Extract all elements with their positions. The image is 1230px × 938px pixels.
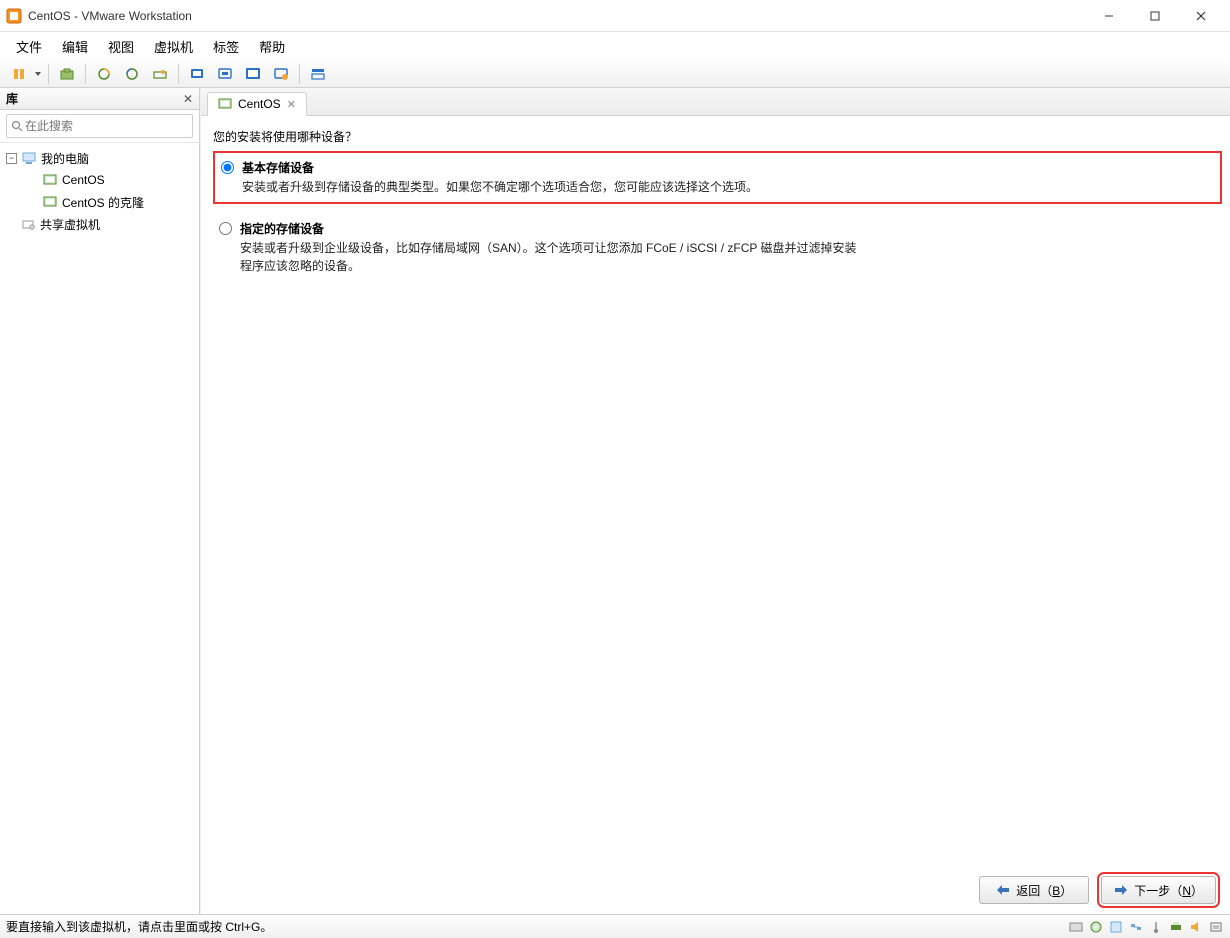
- arrow-left-icon: [996, 884, 1010, 896]
- option-specified-storage[interactable]: 指定的存储设备 安装或者升级到企业级设备，比如存储局域网（SAN）。这个选项可让…: [213, 214, 1222, 281]
- sound-icon[interactable]: [1188, 919, 1204, 935]
- titlebar: CentOS - VMware Workstation: [0, 0, 1230, 32]
- tab-bar: CentOS ✕: [201, 88, 1230, 116]
- installer-question: 您的安装将使用哪种设备？: [213, 128, 1222, 145]
- vm-console[interactable]: 您的安装将使用哪种设备？ 基本存储设备 安装或者升级到存储设备的典型类型。如果您…: [201, 116, 1230, 914]
- vm-icon: [42, 172, 58, 188]
- back-button[interactable]: 返回（B）: [979, 876, 1089, 904]
- statusbar: 要直接输入到该虚拟机，请点击里面或按 Ctrl+G。: [0, 914, 1230, 938]
- sidebar-header: 库 ✕: [0, 88, 199, 110]
- floppy-icon[interactable]: [1108, 919, 1124, 935]
- tab-label: CentOS: [238, 97, 281, 111]
- tree-item-centos-clone[interactable]: CentOS 的克隆: [2, 191, 197, 213]
- option-basic-desc: 安装或者升级到存储设备的典型类型。如果您不确定哪个选项适合您，您可能应该选择这个…: [242, 178, 758, 196]
- disk-icon[interactable]: [1068, 919, 1084, 935]
- collapse-icon[interactable]: −: [6, 153, 17, 164]
- tab-close-icon[interactable]: ✕: [287, 98, 296, 111]
- printer-icon[interactable]: [1168, 919, 1184, 935]
- usb-icon[interactable]: [1148, 919, 1164, 935]
- tree-item-centos[interactable]: CentOS: [2, 169, 197, 191]
- thumbnail-bar-icon[interactable]: [305, 62, 331, 86]
- shared-icon: [20, 216, 36, 232]
- tree-shared-vms[interactable]: 共享虚拟机: [2, 213, 197, 235]
- search-input[interactable]: [23, 117, 188, 135]
- option-specified-title: 指定的存储设备: [240, 220, 860, 237]
- show-console-icon[interactable]: [184, 62, 210, 86]
- status-text: 要直接输入到该虚拟机，请点击里面或按 Ctrl+G。: [6, 918, 272, 935]
- menu-file[interactable]: 文件: [6, 33, 52, 60]
- network-icon[interactable]: [1128, 919, 1144, 935]
- search-icon: [11, 120, 23, 132]
- content-area: CentOS ✕ 您的安装将使用哪种设备？ 基本存储设备 安装或者升级到存储设备…: [200, 88, 1230, 914]
- radio-basic-storage[interactable]: [221, 161, 234, 174]
- minimize-button[interactable]: [1086, 1, 1132, 31]
- maximize-button[interactable]: [1132, 1, 1178, 31]
- snapshot-take-icon[interactable]: [91, 62, 117, 86]
- sidebar-header-label: 库: [6, 90, 18, 107]
- statusbar-device-icons: [1068, 919, 1224, 935]
- vm-tab-icon: [218, 97, 232, 111]
- snapshot-revert-icon[interactable]: [119, 62, 145, 86]
- search-box[interactable]: [6, 114, 193, 138]
- radio-specified-storage[interactable]: [219, 222, 232, 235]
- next-button[interactable]: 下一步（N）: [1101, 876, 1216, 904]
- sidebar: 库 ✕ − 我的电脑 CentOS CentOS 的克隆: [0, 88, 200, 914]
- main-area: 库 ✕ − 我的电脑 CentOS CentOS 的克隆: [0, 88, 1230, 914]
- snapshot-icon[interactable]: [54, 62, 80, 86]
- tree-root-label: 我的电脑: [41, 150, 89, 167]
- vmware-app-icon: [6, 8, 22, 24]
- back-label: 返回（B）: [1016, 882, 1072, 899]
- toolbar: [0, 60, 1230, 88]
- close-button[interactable]: [1178, 1, 1224, 31]
- cd-icon[interactable]: [1088, 919, 1104, 935]
- menubar: 文件 编辑 视图 虚拟机 标签 帮助: [0, 32, 1230, 60]
- menu-tabs[interactable]: 标签: [203, 33, 249, 60]
- option-specified-desc: 安装或者升级到企业级设备，比如存储局域网（SAN）。这个选项可让您添加 FCoE…: [240, 239, 860, 275]
- wizard-nav: 返回（B） 下一步（N）: [979, 876, 1216, 904]
- sidebar-close-icon[interactable]: ✕: [183, 92, 193, 106]
- tree-root-mycomputer[interactable]: − 我的电脑: [2, 147, 197, 169]
- window-title: CentOS - VMware Workstation: [28, 9, 1086, 23]
- tab-centos[interactable]: CentOS ✕: [207, 92, 307, 116]
- vm-icon: [42, 194, 58, 210]
- tree-shared-label: 共享虚拟机: [40, 216, 100, 233]
- tree-item-label: CentOS: [62, 173, 105, 187]
- computer-icon: [21, 150, 37, 166]
- snapshot-manage-icon[interactable]: [147, 62, 173, 86]
- fit-guest-icon[interactable]: [212, 62, 238, 86]
- arrow-right-icon: [1114, 884, 1128, 896]
- option-basic-storage[interactable]: 基本存储设备 安装或者升级到存储设备的典型类型。如果您不确定哪个选项适合您，您可…: [213, 151, 1222, 204]
- fullscreen-icon[interactable]: [240, 62, 266, 86]
- option-basic-title: 基本存储设备: [242, 159, 758, 176]
- menu-vm[interactable]: 虚拟机: [144, 33, 203, 60]
- tree-item-label: CentOS 的克隆: [62, 194, 144, 211]
- unity-icon[interactable]: [268, 62, 294, 86]
- menu-edit[interactable]: 编辑: [52, 33, 98, 60]
- message-log-icon[interactable]: [1208, 919, 1224, 935]
- menu-view[interactable]: 视图: [98, 33, 144, 60]
- next-label: 下一步（N）: [1134, 882, 1203, 899]
- menu-help[interactable]: 帮助: [249, 33, 295, 60]
- library-tree: − 我的电脑 CentOS CentOS 的克隆 共享虚拟机: [0, 143, 199, 239]
- storage-options: 基本存储设备 安装或者升级到存储设备的典型类型。如果您不确定哪个选项适合您，您可…: [213, 151, 1222, 281]
- pause-dropdown[interactable]: [33, 62, 43, 86]
- pause-icon[interactable]: [6, 62, 32, 86]
